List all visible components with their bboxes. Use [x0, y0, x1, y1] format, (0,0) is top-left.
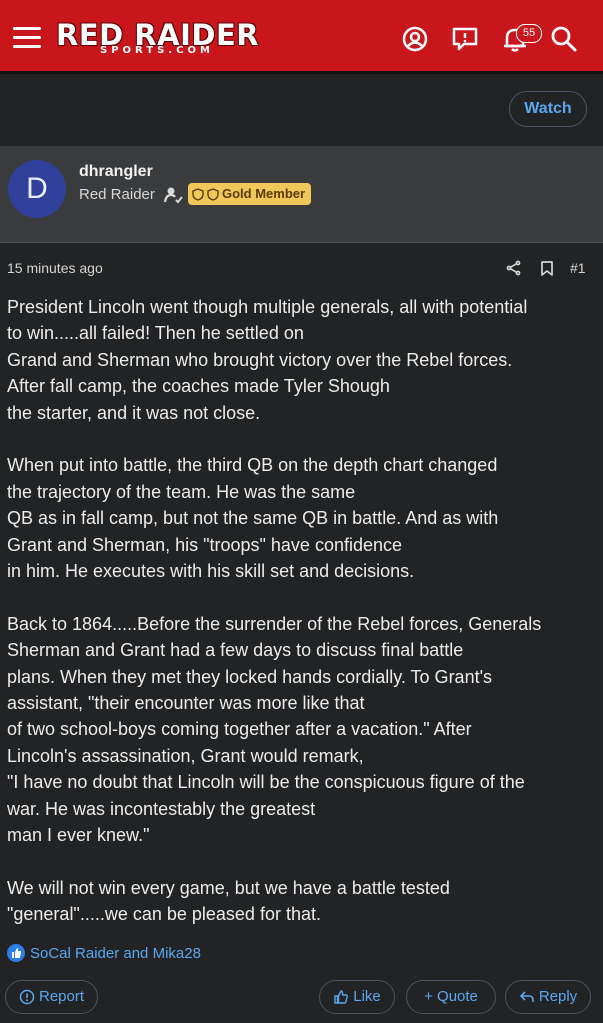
like-label: Like — [353, 988, 381, 1005]
shield-icon — [207, 187, 219, 201]
post-paragraph: When put into battle, the third QB on th… — [7, 455, 499, 582]
report-button[interactable]: Report — [5, 980, 98, 1014]
author-title: Red Raider — [79, 186, 155, 203]
post-author-bar: D dhrangler Red Raider Gold Member — [0, 146, 603, 243]
search-icon[interactable] — [549, 24, 579, 54]
quote-label: + Quote — [424, 988, 478, 1005]
menu-icon[interactable] — [13, 27, 41, 49]
site-header: RED RAIDER SPORTS.COM 55 — [0, 0, 603, 74]
like-reaction-icon — [7, 944, 25, 962]
reply-button[interactable]: Reply — [505, 980, 591, 1014]
post-paragraph: President Lincoln went though multiple g… — [7, 297, 528, 423]
bookmark-icon[interactable] — [538, 259, 556, 277]
account-icon[interactable] — [400, 24, 430, 54]
post-body: President Lincoln went though multiple g… — [7, 294, 599, 928]
post-number[interactable]: #1 — [570, 260, 586, 276]
report-label: Report — [38, 988, 85, 1005]
avatar[interactable]: D — [8, 160, 66, 218]
gold-member-badge: Gold Member — [188, 183, 312, 205]
reply-label: Reply — [538, 988, 578, 1005]
watch-button[interactable]: Watch — [509, 91, 587, 127]
alerts-count-badge: 55 — [516, 24, 542, 43]
logo-sub-text: SPORTS.COM — [100, 45, 214, 56]
reactions-summary[interactable]: SoCal Raider and Mika28 — [30, 945, 201, 962]
conversations-icon[interactable] — [450, 24, 480, 54]
info-icon — [19, 989, 35, 1005]
author-username[interactable]: dhrangler — [79, 163, 153, 181]
quote-button[interactable]: + Quote — [406, 980, 496, 1014]
share-icon[interactable] — [505, 259, 523, 277]
reply-arrow-icon — [520, 991, 534, 1002]
user-role-icon — [162, 184, 184, 206]
shield-icon — [192, 187, 204, 201]
gold-member-label: Gold Member — [222, 186, 306, 201]
thumbs-up-icon — [334, 990, 349, 1004]
like-button[interactable]: Like — [319, 980, 395, 1014]
post-timestamp[interactable]: 15 minutes ago — [7, 260, 103, 276]
post-paragraph: Back to 1864.....Before the surrender of… — [7, 613, 542, 846]
post-paragraph: We will not win every game, but we have … — [7, 877, 450, 925]
site-logo[interactable]: RED RAIDER SPORTS.COM — [56, 20, 261, 60]
